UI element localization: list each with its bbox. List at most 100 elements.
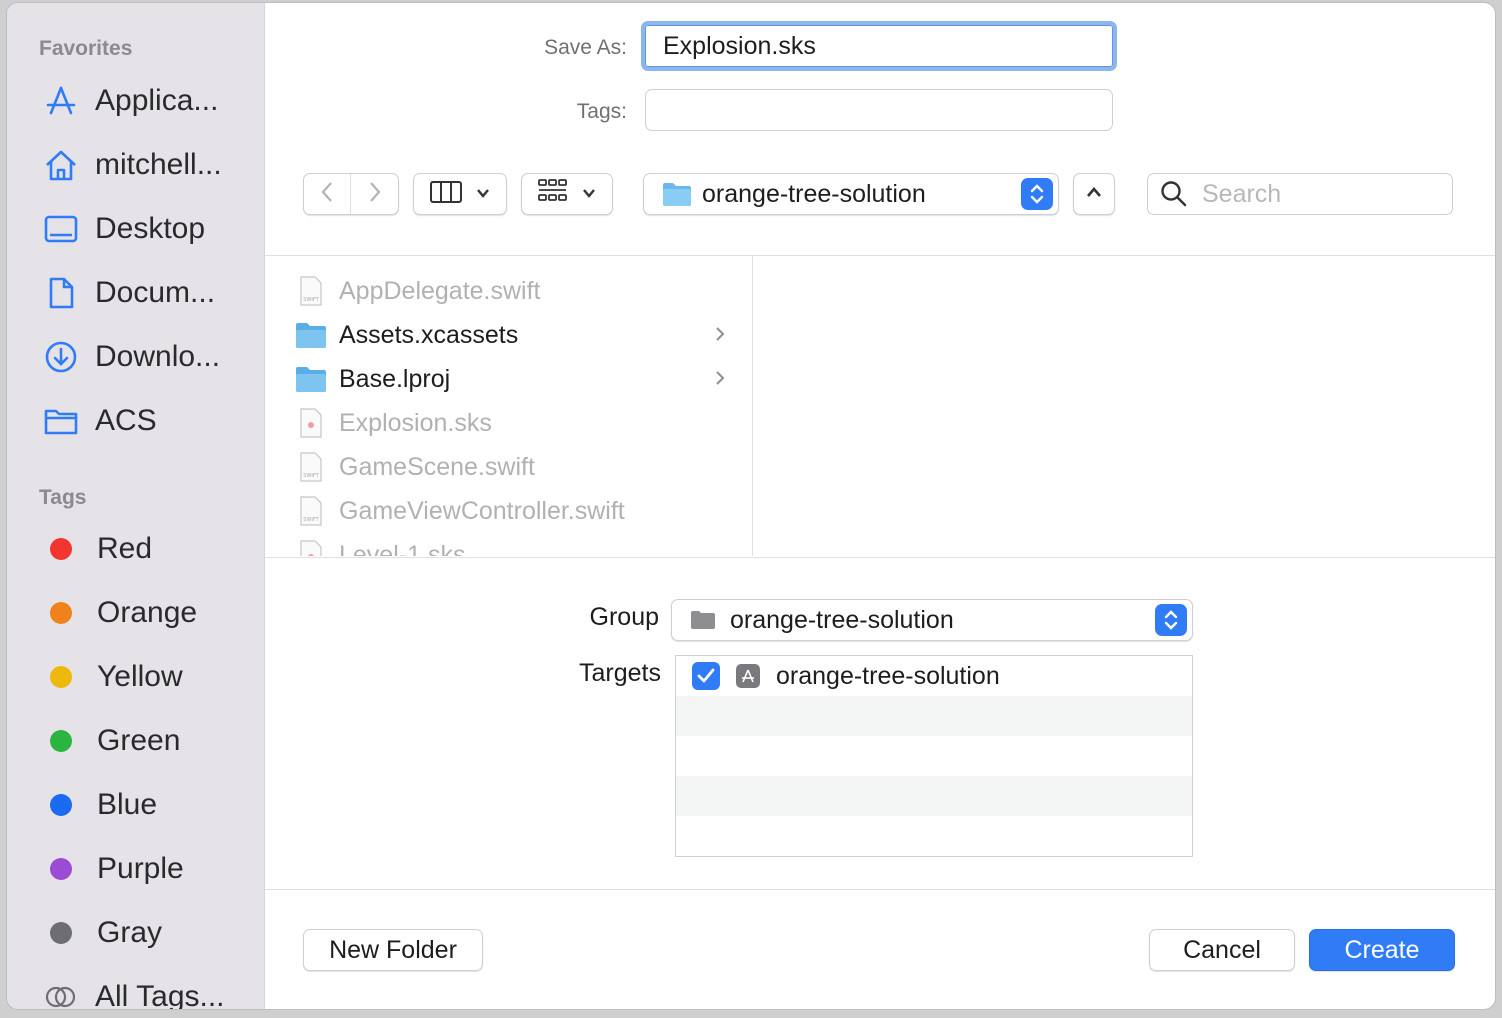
svg-text:SWIFT: SWIFT xyxy=(303,517,319,523)
sidebar-item-label: ACS xyxy=(95,404,157,437)
view-mode-button[interactable] xyxy=(413,173,507,215)
sidebar-tag-green[interactable]: Green xyxy=(43,719,180,763)
folder-icon xyxy=(690,610,716,630)
orange-tag-dot xyxy=(50,602,72,624)
file-row[interactable]: SWIFT AppDelegate.swift xyxy=(295,269,725,313)
sks-file-icon xyxy=(295,407,327,439)
target-name: orange-tree-solution xyxy=(776,661,1000,690)
group-value: orange-tree-solution xyxy=(730,605,954,634)
file-name: AppDelegate.swift xyxy=(339,276,541,305)
sidebar-item-label: Applica... xyxy=(95,84,219,117)
gray-tag-dot xyxy=(50,922,72,944)
purple-tag-dot xyxy=(50,858,72,880)
sidebar-item-applications[interactable]: Applica... xyxy=(43,79,218,123)
swift-file-icon: SWIFT xyxy=(295,275,327,307)
group-popup[interactable]: orange-tree-solution xyxy=(671,599,1193,641)
file-name: Base.lproj xyxy=(339,364,451,393)
save-as-label: Save As: xyxy=(544,36,627,59)
main-panel: Save As: Explosion.sks Tags: orange-tree… xyxy=(265,3,1495,1009)
app-target-icon xyxy=(736,664,760,688)
sidebar-item-label: Orange xyxy=(97,596,198,629)
sidebar-item-desktop[interactable]: Desktop xyxy=(43,207,205,251)
cancel-button[interactable]: Cancel xyxy=(1149,929,1295,971)
download-icon xyxy=(43,339,79,375)
blue-tag-dot xyxy=(50,794,72,816)
sidebar-item-label: All Tags... xyxy=(95,980,225,1010)
svg-text:SWIFT: SWIFT xyxy=(303,473,319,479)
sidebar-item-label: Blue xyxy=(97,788,158,821)
sidebar-item-acs[interactable]: ACS xyxy=(43,399,157,443)
folder-icon xyxy=(295,319,327,351)
sidebar-tag-red[interactable]: Red xyxy=(43,527,152,571)
location-label: orange-tree-solution xyxy=(702,179,926,208)
sidebar: Favorites Applica... mitchell... Desktop… xyxy=(7,3,265,1009)
sidebar-tag-yellow[interactable]: Yellow xyxy=(43,655,183,699)
sidebar-item-label: Gray xyxy=(97,916,163,949)
search-icon xyxy=(1160,180,1188,208)
document-icon xyxy=(43,275,79,311)
file-row[interactable]: Level-1.sks xyxy=(295,533,725,556)
sidebar-tag-orange[interactable]: Orange xyxy=(43,591,197,635)
forward-button[interactable] xyxy=(351,174,398,214)
sidebar-item-label: Desktop xyxy=(95,212,206,245)
create-button[interactable]: Create xyxy=(1309,929,1455,971)
sidebar-item-label: Red xyxy=(97,532,153,565)
file-row[interactable]: Assets.xcassets xyxy=(295,313,725,357)
sidebar-item-label: Purple xyxy=(97,852,184,885)
location-popup[interactable]: orange-tree-solution xyxy=(643,173,1059,215)
tags-label: Tags: xyxy=(576,100,627,123)
folder-icon xyxy=(43,403,79,439)
search-placeholder: Search xyxy=(1202,179,1282,208)
tags-field[interactable] xyxy=(645,89,1113,131)
chevron-right-icon xyxy=(715,366,725,392)
sidebar-tag-purple[interactable]: Purple xyxy=(43,847,184,891)
targets-list: orange-tree-solution xyxy=(675,655,1193,857)
group-label: Group xyxy=(589,603,659,631)
save-dialog: Favorites Applica... mitchell... Desktop… xyxy=(6,2,1496,1010)
enclosing-folder-button[interactable] xyxy=(1073,173,1115,215)
sidebar-item-documents[interactable]: Docum... xyxy=(43,271,215,315)
target-row[interactable]: orange-tree-solution xyxy=(676,656,1192,696)
chevron-down-icon xyxy=(476,185,490,203)
chevron-up-icon xyxy=(1086,185,1102,203)
target-row-empty xyxy=(676,776,1192,816)
tags-heading: Tags xyxy=(39,486,87,509)
columns-view-icon xyxy=(430,180,462,209)
chevron-right-icon xyxy=(368,181,382,208)
sks-file-icon xyxy=(295,539,327,556)
new-folder-button[interactable]: New Folder xyxy=(303,929,483,971)
save-as-field[interactable]: Explosion.sks xyxy=(641,21,1117,71)
sidebar-tag-gray[interactable]: Gray xyxy=(43,911,162,955)
target-row-empty xyxy=(676,736,1192,776)
updown-stepper-icon xyxy=(1155,604,1187,636)
sidebar-item-label: Docum... xyxy=(95,276,216,309)
chevron-right-icon xyxy=(715,322,725,348)
file-name: Explosion.sks xyxy=(339,408,492,437)
file-name: Assets.xcassets xyxy=(339,320,519,349)
file-row[interactable]: Explosion.sks xyxy=(295,401,725,445)
checkbox-checked-icon[interactable] xyxy=(692,662,720,690)
file-column: SWIFT AppDelegate.swift Assets.xcassets … xyxy=(265,256,753,556)
file-row[interactable]: Base.lproj xyxy=(295,357,725,401)
sidebar-tag-blue[interactable]: Blue xyxy=(43,783,157,827)
file-name: Level-1.sks xyxy=(339,540,466,557)
sidebar-item-home[interactable]: mitchell... xyxy=(43,143,222,187)
sidebar-item-label: Yellow xyxy=(97,660,183,693)
group-by-button[interactable] xyxy=(521,173,613,215)
back-button[interactable] xyxy=(304,174,351,214)
green-tag-dot xyxy=(50,730,72,752)
chevron-down-icon xyxy=(582,185,596,203)
folder-icon xyxy=(662,181,692,207)
red-tag-dot xyxy=(50,538,72,560)
updown-stepper-icon xyxy=(1021,178,1053,210)
search-field[interactable]: Search xyxy=(1147,173,1453,215)
file-row[interactable]: SWIFT GameScene.swift xyxy=(295,445,725,489)
sidebar-all-tags[interactable]: All Tags... xyxy=(43,975,225,1010)
footer-divider xyxy=(265,889,1495,890)
chevron-left-icon xyxy=(320,181,334,208)
sidebar-item-downloads[interactable]: Downlo... xyxy=(43,335,220,379)
all-tags-icon xyxy=(43,979,79,1009)
nav-buttons xyxy=(303,173,399,215)
file-name: GameViewController.swift xyxy=(339,496,625,525)
file-row[interactable]: SWIFT GameViewController.swift xyxy=(295,489,725,533)
